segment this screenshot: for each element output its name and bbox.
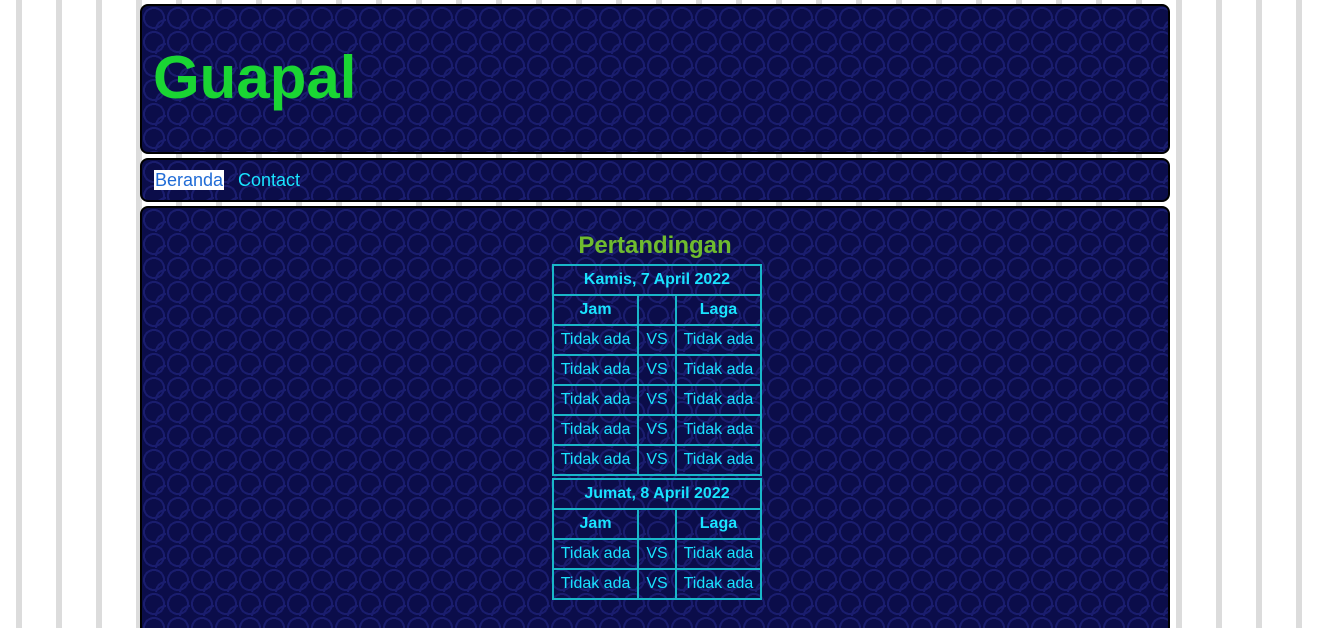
main-content: Pertandingan Kamis, 7 April 2022 Jam Lag… [140,206,1170,628]
cell-vs: VS [637,414,677,446]
cell-vs: VS [637,538,677,570]
cell-vs: VS [637,444,677,476]
table-row: Tidak ada VS Tidak ada [551,414,763,446]
match-schedule: Kamis, 7 April 2022 Jam Laga Tidak ada V… [551,264,763,600]
site-header: Guapal [140,4,1170,154]
header-jam: Jam [551,508,640,540]
cell-vs: VS [637,324,677,356]
cell-laga: Tidak ada [674,444,763,476]
schedule-table-day-1: Kamis, 7 April 2022 Jam Laga Tidak ada V… [551,264,763,476]
cell-vs: VS [637,354,677,386]
cell-laga: Tidak ada [674,324,763,356]
cell-jam: Tidak ada [551,414,640,446]
day-date: Jumat, 8 April 2022 [552,478,762,510]
header-vs [637,294,677,326]
cell-vs: VS [637,384,677,416]
day-date: Kamis, 7 April 2022 [552,264,762,296]
table-row: Tidak ada VS Tidak ada [551,568,763,600]
table-row: Tidak ada VS Tidak ada [551,324,763,356]
cell-laga: Tidak ada [674,384,763,416]
cell-laga: Tidak ada [674,568,763,600]
header-jam: Jam [551,294,640,326]
table-row: Tidak ada VS Tidak ada [551,444,763,476]
site-title: Guapal [153,44,357,111]
cell-jam: Tidak ada [551,538,640,570]
nav-link-contact[interactable]: Contact [238,170,300,190]
header-laga: Laga [674,508,763,540]
table-row: Tidak ada VS Tidak ada [551,354,763,386]
navbar: Beranda Contact [140,158,1170,202]
nav-link-beranda[interactable]: Beranda [154,170,225,190]
cell-jam: Tidak ada [551,444,640,476]
table-row: Tidak ada VS Tidak ada [551,538,763,570]
cell-jam: Tidak ada [551,568,640,600]
header-laga: Laga [674,294,763,326]
cell-laga: Tidak ada [674,414,763,446]
schedule-table-day-2: Jumat, 8 April 2022 Jam Laga Tidak ada V… [551,478,763,600]
cell-jam: Tidak ada [551,324,640,356]
cell-laga: Tidak ada [674,354,763,386]
cell-jam: Tidak ada [551,354,640,386]
cell-vs: VS [637,568,677,600]
cell-jam: Tidak ada [551,384,640,416]
cell-laga: Tidak ada [674,538,763,570]
header-vs [637,508,677,540]
section-title: Pertandingan [578,232,732,259]
table-row: Tidak ada VS Tidak ada [551,384,763,416]
